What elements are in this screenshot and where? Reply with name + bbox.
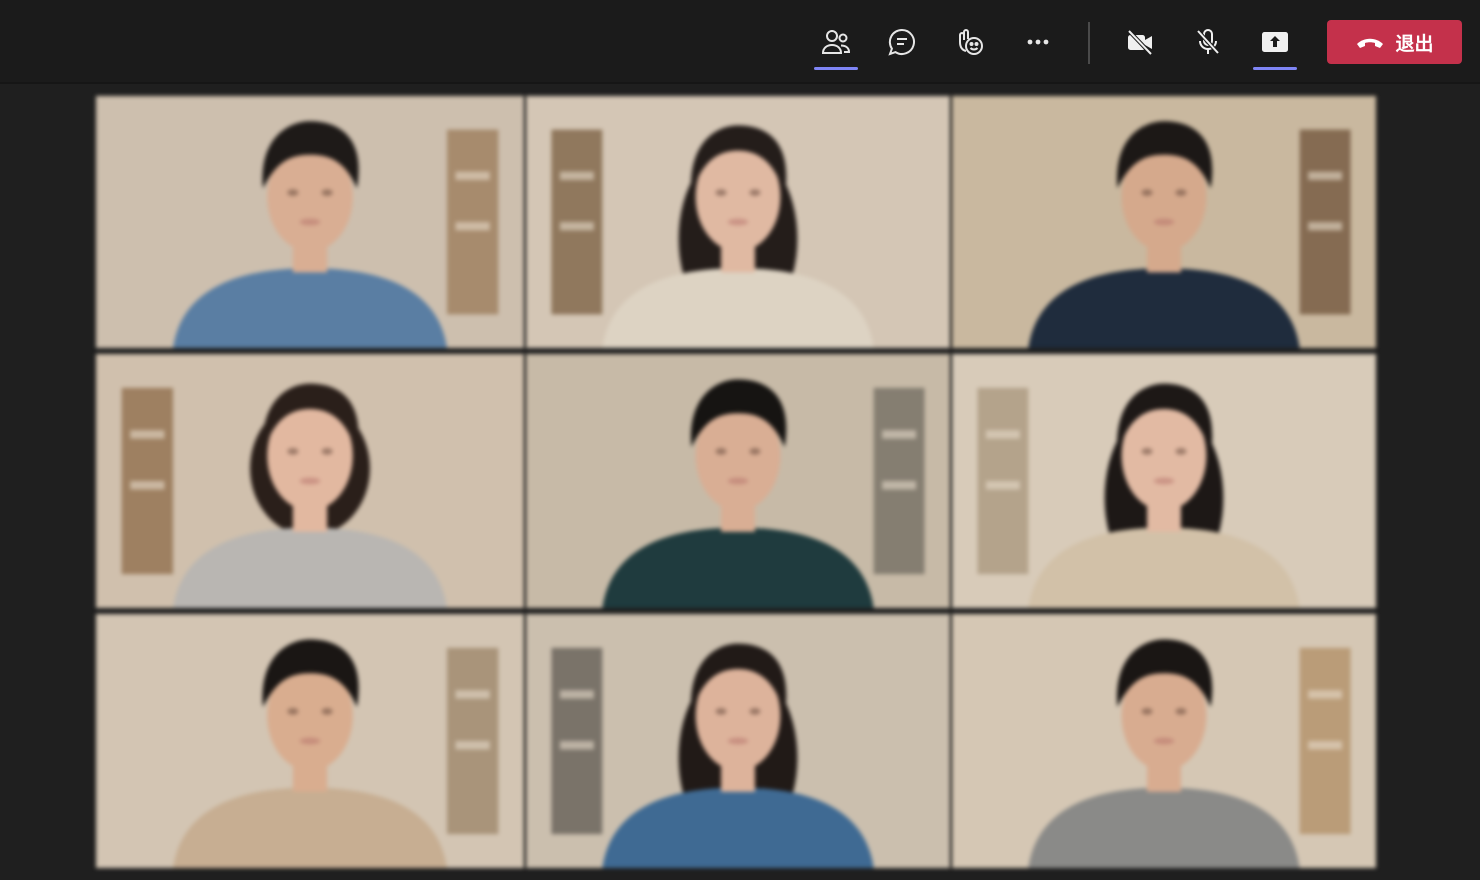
video-grid xyxy=(96,96,1376,868)
react-button[interactable] xyxy=(946,18,994,66)
participant-video xyxy=(96,614,524,868)
mic-toggle-button[interactable] xyxy=(1184,18,1232,66)
more-options-button[interactable] xyxy=(1014,18,1062,66)
participant-video-tile[interactable] xyxy=(952,614,1376,868)
share-screen-icon xyxy=(1262,32,1288,52)
participant-video-tile[interactable] xyxy=(96,354,524,608)
participant-video-tile[interactable] xyxy=(952,96,1376,348)
meeting-toolbar: 退出 xyxy=(0,0,1480,82)
chat-icon xyxy=(888,28,915,56)
participant-video xyxy=(952,614,1376,868)
participant-video xyxy=(526,354,950,608)
participant-video xyxy=(526,96,950,348)
people-button[interactable] xyxy=(812,18,860,70)
chat-button[interactable] xyxy=(878,18,926,66)
react-icon xyxy=(959,29,983,55)
participant-video-tile[interactable] xyxy=(526,96,950,348)
camera-toggle-button[interactable] xyxy=(1116,18,1164,66)
mic-off-icon xyxy=(1196,29,1220,55)
participant-video-tile[interactable] xyxy=(526,614,950,868)
participant-video-tile[interactable] xyxy=(952,354,1376,608)
hang-up-icon xyxy=(1357,38,1384,48)
camera-off-icon xyxy=(1127,29,1153,56)
participant-video xyxy=(952,354,1376,608)
participant-video-tile[interactable] xyxy=(526,354,950,608)
toolbar-seam xyxy=(0,82,1480,84)
toolbar-divider xyxy=(1088,22,1090,64)
leave-label: 退出 xyxy=(1395,32,1434,55)
participant-video xyxy=(96,354,524,608)
participant-video xyxy=(952,96,1376,348)
participant-video-tile[interactable] xyxy=(96,96,524,348)
participant-video xyxy=(526,614,950,868)
share-screen-button[interactable] xyxy=(1251,18,1299,70)
participant-video xyxy=(96,96,524,348)
more-icon xyxy=(1027,39,1049,45)
participant-video-tile[interactable] xyxy=(96,614,524,868)
leave-button[interactable]: 退出 xyxy=(1327,20,1462,64)
people-icon xyxy=(821,30,851,54)
